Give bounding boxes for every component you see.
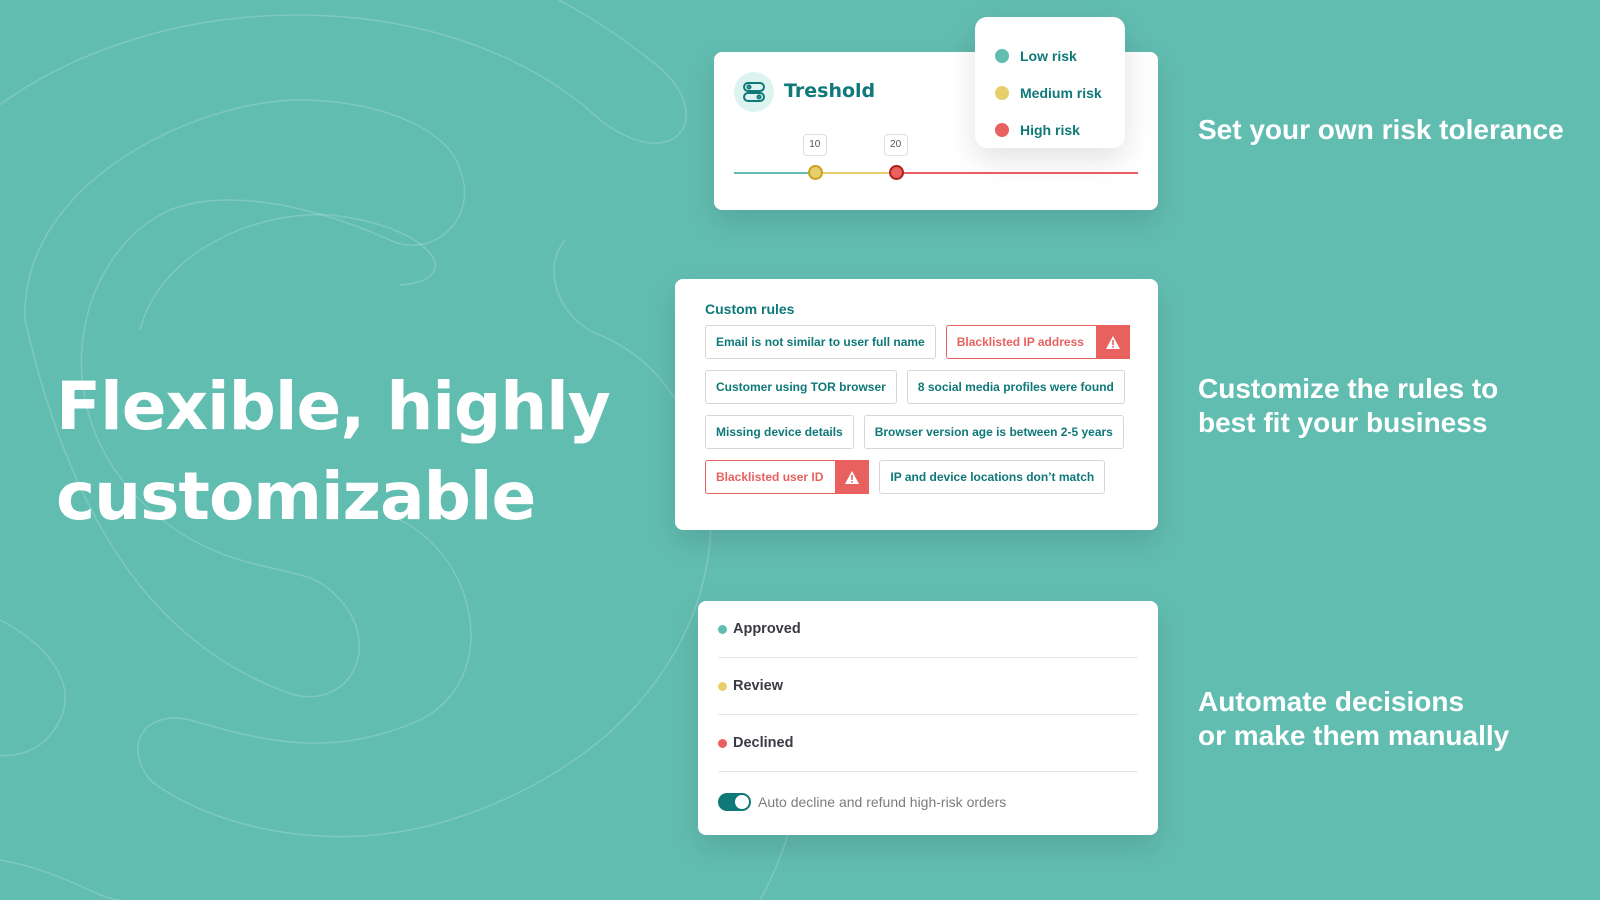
high-risk-dot-icon [995, 122, 1009, 137]
decision-item-review[interactable]: Review [718, 658, 1138, 715]
caption-decisions: Automate decisions or make them manually [1198, 686, 1510, 751]
rule-chip[interactable]: Missing device details [705, 415, 854, 449]
risk-threshold-slider[interactable]: 10 20 [734, 134, 1138, 180]
medium-threshold-handle[interactable] [807, 165, 823, 180]
toggles-icon [734, 72, 774, 112]
warning-icon [835, 460, 870, 494]
hero-line-1: Flexible, highly [56, 368, 611, 445]
auto-decline-setting: Auto decline and refund high-risk orders [718, 772, 1138, 832]
threshold-title: Treshold [784, 80, 876, 102]
decision-item-declined[interactable]: Declined [718, 715, 1138, 772]
rule-chip[interactable]: Browser version age is between 2-5 years [863, 415, 1124, 449]
high-threshold-tooltip: 20 [883, 134, 908, 156]
approved-dot-icon [718, 624, 727, 634]
rule-chip[interactable]: Email is not similar to user full name [705, 325, 936, 359]
legend-item-high: High risk [995, 111, 1125, 148]
review-dot-icon [718, 681, 727, 691]
rule-row: Email is not similar to user full name B… [705, 325, 1158, 359]
rule-chip[interactable]: IP and device locations don’t match [879, 460, 1106, 494]
warning-icon [1095, 325, 1130, 359]
custom-rules-card: Custom rules Email is not similar to use… [675, 279, 1158, 530]
medium-threshold-tooltip: 10 [802, 134, 827, 156]
auto-decline-toggle[interactable] [718, 793, 751, 811]
caption-risk: Set your own risk tolerance [1198, 114, 1564, 145]
declined-dot-icon [718, 738, 727, 748]
slider-segment-high [895, 172, 1138, 174]
hero-heading: Flexible, highly customizable [56, 362, 611, 542]
legend-item-medium: Medium risk [995, 74, 1125, 111]
high-threshold-handle[interactable] [888, 165, 904, 180]
rule-chip[interactable]: Customer using TOR browser [705, 370, 897, 404]
risk-legend: Low risk Medium risk High risk [975, 17, 1125, 148]
legend-item-low: Low risk [995, 37, 1125, 74]
auto-decline-label: Auto decline and refund high-risk orders [758, 794, 1007, 810]
slider-segment-low [734, 172, 815, 174]
rule-chip-flagged[interactable]: Blacklisted IP address [945, 325, 1130, 359]
rule-row: Customer using TOR browser 8 social medi… [705, 370, 1158, 404]
rule-row: Blacklisted user ID IP and device locati… [705, 460, 1158, 494]
decision-item-approved[interactable]: Approved [718, 601, 1138, 658]
caption-rules: Customize the rules to best fit your bus… [1198, 373, 1499, 438]
custom-rules-title: Custom rules [705, 301, 795, 317]
decisions-card: Approved Review Declined Auto decline an… [698, 601, 1158, 835]
medium-risk-dot-icon [995, 85, 1009, 100]
hero-line-2: customizable [56, 458, 536, 535]
rule-chip[interactable]: 8 social media profiles were found [906, 370, 1125, 404]
slider-segment-medium [814, 172, 896, 174]
rule-chip-flagged[interactable]: Blacklisted user ID [705, 460, 870, 494]
rule-row: Missing device details Browser version a… [705, 415, 1158, 449]
low-risk-dot-icon [995, 48, 1009, 63]
